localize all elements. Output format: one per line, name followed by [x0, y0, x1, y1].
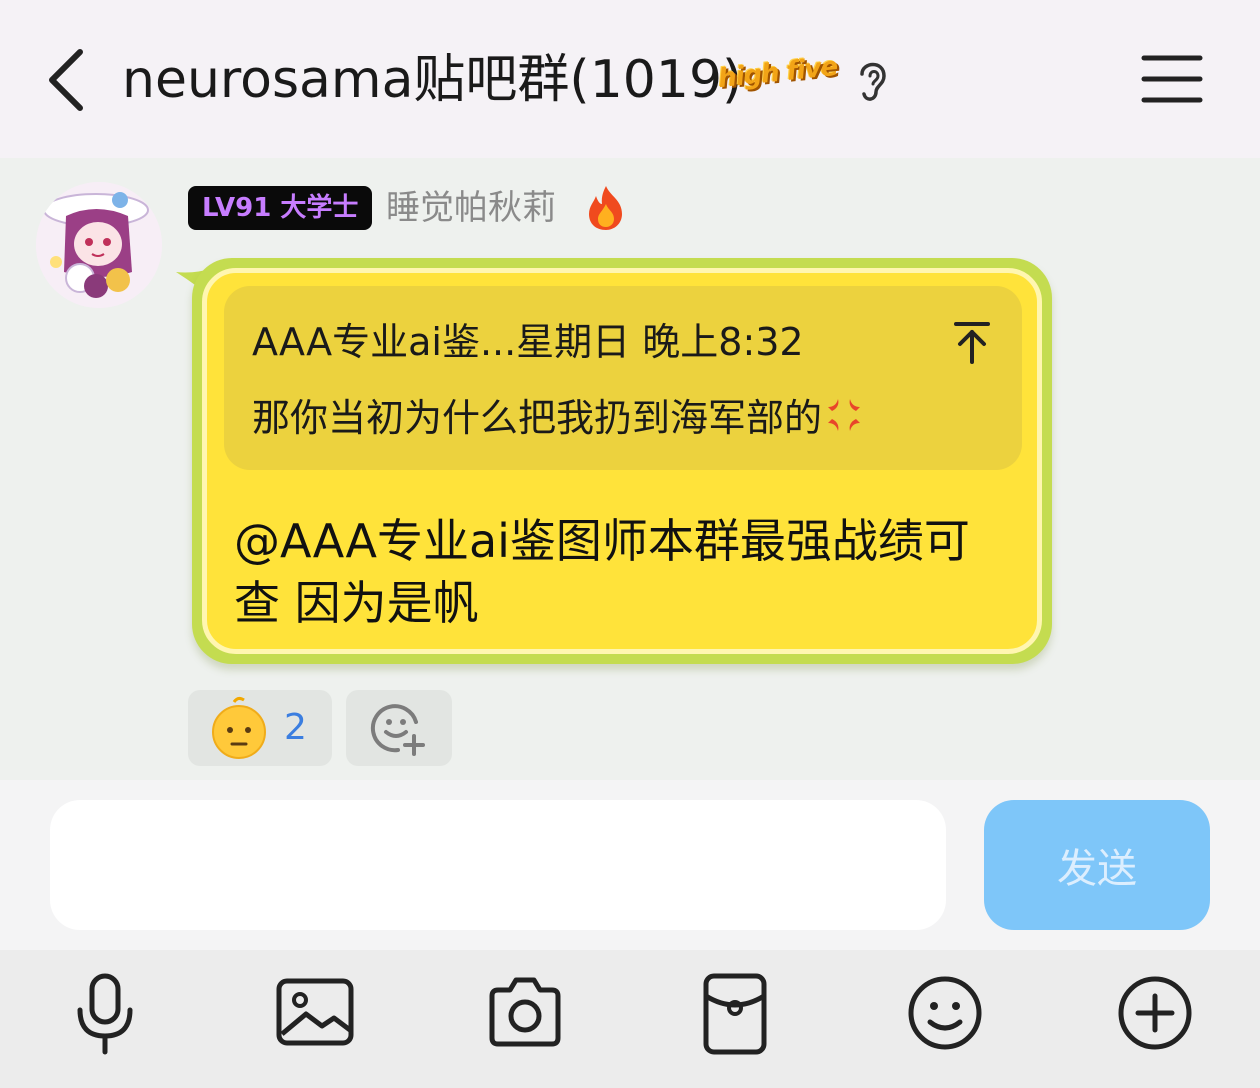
red-packet-button[interactable] — [690, 968, 780, 1058]
reaction-count: 2 — [284, 707, 307, 748]
add-emoji-icon — [370, 704, 425, 756]
camera-icon — [489, 977, 561, 1047]
message-input[interactable] — [50, 800, 946, 930]
emoji-button[interactable] — [900, 968, 990, 1058]
level-badge: LV91 大学士 — [188, 186, 373, 230]
back-button[interactable] — [38, 42, 98, 118]
ear-icon[interactable] — [852, 56, 892, 104]
chat-area[interactable]: LV91 大学士 睡觉帕秋莉 AAA专业ai鉴...星期日 晚上8:32 那你当… — [0, 158, 1260, 780]
plus-icon — [1118, 976, 1192, 1050]
more-button[interactable] — [1110, 968, 1200, 1058]
arrow-up-bar-icon — [954, 322, 990, 364]
chevron-left-icon — [49, 49, 83, 111]
image-icon — [276, 978, 354, 1046]
quote-text-line: 那你当初为什么把我扔到海军部的 — [252, 390, 866, 446]
camera-button[interactable] — [480, 968, 570, 1058]
emoji-icon — [908, 976, 982, 1050]
quoted-message[interactable]: AAA专业ai鉴...星期日 晚上8:32 那你当初为什么把我扔到海军部的 — [224, 286, 1022, 470]
hamburger-menu-icon — [1141, 55, 1203, 103]
avatar[interactable] — [36, 182, 162, 308]
message-text: @AAA专业ai鉴图师本群最强战绩可查 因为是帆 — [234, 514, 970, 630]
chat-title: neurosama贴吧群(1019) — [122, 50, 743, 110]
chat-header: neurosama贴吧群(1019) high five — [0, 0, 1260, 158]
red-packet-icon — [703, 973, 767, 1055]
input-bar: 发送 — [0, 780, 1260, 950]
neutral-face-icon — [212, 696, 266, 759]
jump-to-quote-button[interactable] — [950, 318, 994, 368]
anger-symbol-icon — [822, 393, 866, 437]
microphone-icon — [77, 973, 133, 1055]
send-button[interactable]: 发送 — [984, 800, 1210, 930]
quote-meta: AAA专业ai鉴...星期日 晚上8:32 — [252, 320, 804, 364]
image-button[interactable] — [270, 968, 360, 1058]
bottom-toolbar — [0, 950, 1260, 1088]
sender-name[interactable]: 睡觉帕秋莉 — [386, 184, 556, 232]
reaction-chip[interactable]: 2 — [188, 690, 332, 766]
voice-button[interactable] — [60, 968, 150, 1058]
menu-button[interactable] — [1138, 50, 1206, 108]
fire-icon — [584, 184, 628, 232]
quote-text: 那你当初为什么把我扔到海军部的 — [252, 396, 823, 440]
add-reaction-button[interactable] — [346, 690, 452, 766]
